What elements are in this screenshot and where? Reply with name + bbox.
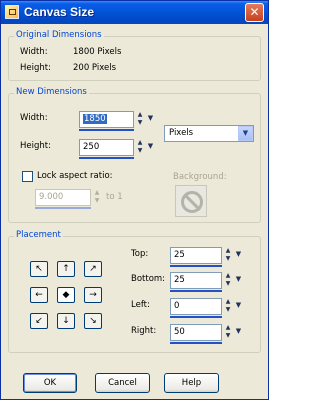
canvas-size-dialog: Canvas Size ✕ Original Dimensions Width:… — [0, 0, 269, 400]
bottom-spinner[interactable]: ▲ ▼ — [223, 272, 233, 289]
new-width-label: Width: — [20, 113, 48, 123]
new-dimensions-legend: New Dimensions — [14, 87, 89, 97]
right-slider[interactable] — [170, 342, 222, 344]
left-label: Left: — [131, 300, 150, 310]
units-select[interactable]: Pixels ▼ — [164, 125, 254, 142]
new-height-label: Height: — [20, 141, 51, 151]
spin-down-icon[interactable]: ▼ — [135, 147, 145, 155]
help-button[interactable]: Help — [164, 373, 219, 393]
bottom-dropdown-icon[interactable]: ▼ — [234, 272, 243, 289]
window-title: Canvas Size — [24, 5, 95, 19]
original-width-label: Width: — [20, 47, 48, 57]
left-dropdown-icon[interactable]: ▼ — [234, 298, 243, 315]
new-dimensions-group: New Dimensions Width: 1850 ▲ ▼ ▼ Height:… — [8, 87, 261, 223]
new-width-dropdown-icon[interactable]: ▼ — [146, 111, 155, 128]
new-height-input[interactable]: 250 — [79, 139, 134, 156]
new-height-slider[interactable] — [79, 157, 134, 159]
spin-up-icon[interactable]: ▲ — [223, 298, 233, 306]
units-value: Pixels — [169, 128, 194, 138]
new-width-input[interactable]: 1850 — [79, 111, 134, 128]
bottom-input[interactable]: 25 — [170, 272, 222, 289]
lock-aspect-ratio-checkbox[interactable] — [22, 171, 33, 182]
right-spinner[interactable]: ▲ ▼ — [223, 324, 233, 341]
top-input[interactable]: 25 — [170, 247, 222, 264]
anchor-left-icon[interactable]: ← — [30, 287, 48, 303]
spin-up-icon[interactable]: ▲ — [223, 247, 233, 255]
anchor-top-icon[interactable]: ↑ — [57, 261, 75, 277]
original-height-value: 200 Pixels — [73, 63, 117, 73]
anchor-bottom-icon[interactable]: ↓ — [57, 313, 75, 329]
spin-down-icon[interactable]: ▼ — [223, 255, 233, 263]
left-spinner[interactable]: ▲ ▼ — [223, 298, 233, 315]
background-label: Background: — [173, 172, 227, 182]
original-height-label: Height: — [20, 63, 51, 73]
spin-up-icon[interactable]: ▲ — [135, 111, 145, 119]
spin-down-icon[interactable]: ▼ — [223, 306, 233, 314]
aspect-ratio-input[interactable]: 9.000 — [35, 189, 91, 206]
left-slider[interactable] — [170, 316, 222, 318]
cancel-button[interactable]: Cancel — [95, 373, 150, 393]
anchor-right-icon[interactable]: → — [84, 287, 102, 303]
original-width-value: 1800 Pixels — [73, 47, 122, 57]
anchor-top-left-icon[interactable]: ↖ — [30, 261, 48, 277]
new-width-spinner[interactable]: ▲ ▼ — [135, 111, 145, 128]
top-slider[interactable] — [170, 265, 222, 267]
right-label: Right: — [131, 326, 157, 336]
spin-down-icon[interactable]: ▼ — [92, 197, 102, 205]
title-bar[interactable]: Canvas Size ✕ — [1, 1, 268, 24]
new-height-spinner[interactable]: ▲ ▼ — [135, 139, 145, 156]
lock-aspect-ratio-label[interactable]: Lock aspect ratio: — [37, 171, 113, 181]
top-label: Top: — [131, 249, 149, 259]
anchor-bottom-right-icon[interactable]: ↘ — [84, 313, 102, 329]
spin-up-icon[interactable]: ▲ — [223, 324, 233, 332]
anchor-bottom-left-icon[interactable]: ↙ — [30, 313, 48, 329]
right-dropdown-icon[interactable]: ▼ — [234, 324, 243, 341]
new-width-slider[interactable] — [79, 129, 134, 131]
anchor-center-icon[interactable]: ◆ — [57, 287, 75, 303]
close-button[interactable]: ✕ — [245, 3, 264, 22]
anchor-top-right-icon[interactable]: ↗ — [84, 261, 102, 277]
spin-up-icon[interactable]: ▲ — [92, 189, 102, 197]
aspect-ratio-spinner[interactable]: ▲ ▼ — [92, 189, 102, 206]
spin-down-icon[interactable]: ▼ — [223, 280, 233, 288]
bottom-label: Bottom: — [131, 274, 166, 284]
app-icon — [5, 5, 19, 19]
background-color-swatch[interactable] — [175, 185, 207, 217]
right-input[interactable]: 50 — [170, 324, 222, 341]
aspect-ratio-suffix: to 1 — [106, 192, 123, 202]
bottom-slider[interactable] — [170, 290, 222, 292]
spin-up-icon[interactable]: ▲ — [223, 272, 233, 280]
ok-button[interactable]: OK — [23, 373, 77, 393]
original-dimensions-group: Original Dimensions Width: 1800 Pixels H… — [8, 30, 261, 81]
placement-legend: Placement — [14, 230, 63, 240]
top-spinner[interactable]: ▲ ▼ — [223, 247, 233, 264]
original-dimensions-legend: Original Dimensions — [14, 30, 104, 40]
top-dropdown-icon[interactable]: ▼ — [234, 247, 243, 264]
placement-group: Placement ↖ ↑ ↗ ← ◆ → ↙ ↓ ↘ Top: 25 ▲ ▼ … — [8, 230, 261, 353]
placement-anchor-grid: ↖ ↑ ↗ ← ◆ → ↙ ↓ ↘ — [27, 258, 105, 334]
spin-down-icon[interactable]: ▼ — [223, 332, 233, 340]
no-color-icon — [181, 191, 203, 213]
left-input[interactable]: 0 — [170, 298, 222, 315]
spin-up-icon[interactable]: ▲ — [135, 139, 145, 147]
new-height-dropdown-icon[interactable]: ▼ — [146, 139, 155, 156]
spin-down-icon[interactable]: ▼ — [135, 119, 145, 127]
aspect-ratio-slider[interactable] — [35, 207, 91, 209]
chevron-down-icon[interactable]: ▼ — [238, 126, 253, 141]
